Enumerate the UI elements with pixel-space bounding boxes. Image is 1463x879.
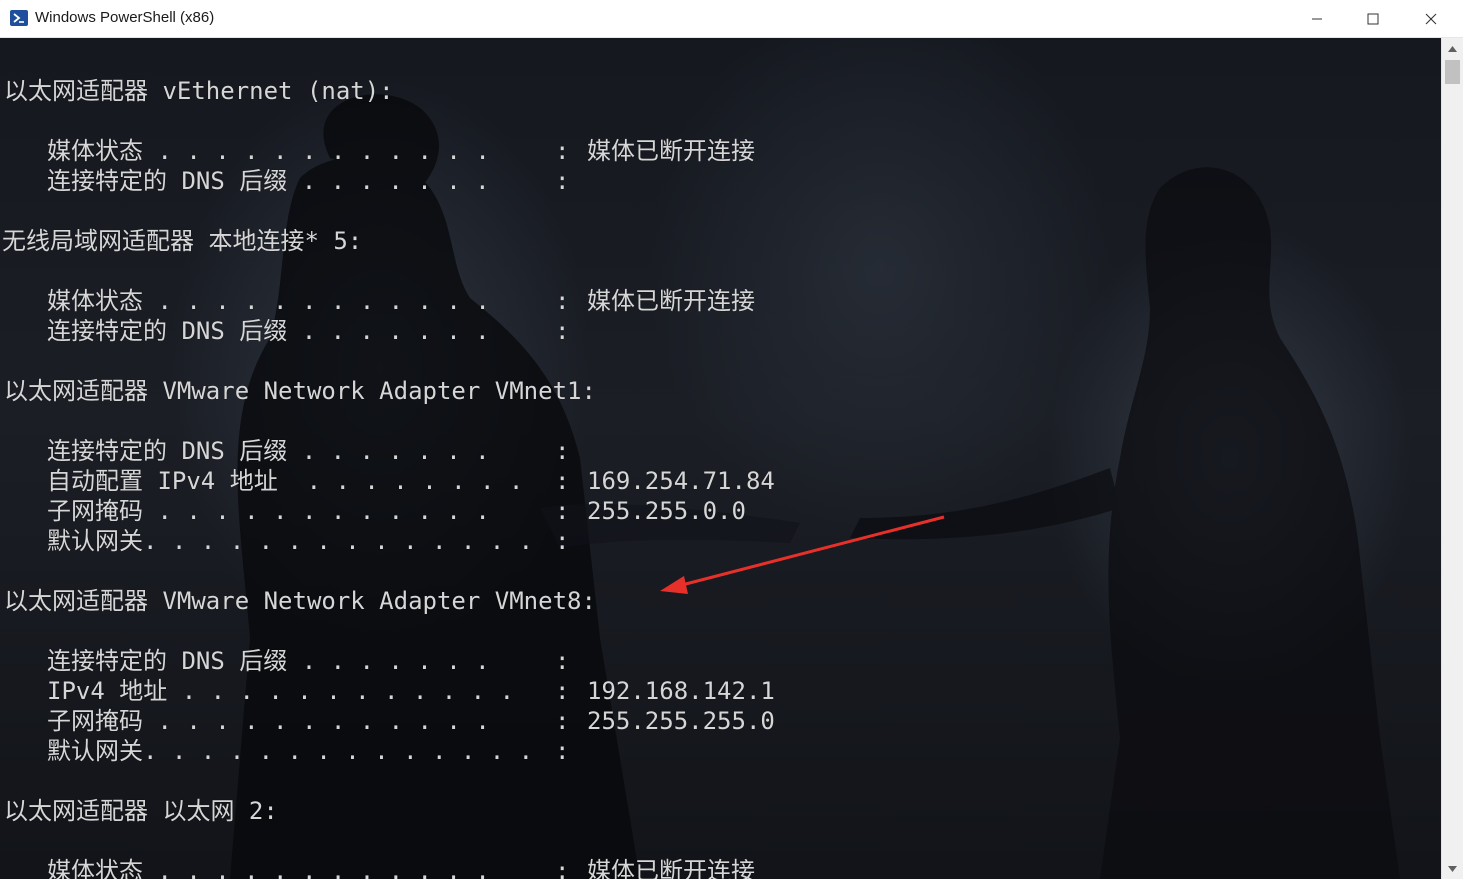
minimize-button[interactable] [1288,0,1346,38]
entry-dots: . . . . . . . . . . . . [143,707,490,735]
entry-dots: . . . . . . . [287,437,490,465]
scroll-up-button[interactable] [1442,38,1463,59]
config-entry: 连接特定的 DNS 后缀 . . . . . . .: [47,646,1441,676]
config-entry: 子网掩码 . . . . . . . . . . . .:255.255.0.0 [47,496,1441,526]
entry-label: 子网掩码 [47,707,143,735]
entry-label: 默认网关. [47,527,158,555]
entry-colon: : [555,167,570,195]
entry-label: 默认网关. [47,737,158,765]
adapter-header: 以太网适配器 vEthernet (nat): [4,77,394,105]
entry-label: 连接特定的 DNS 后缀 [47,167,288,195]
console-output[interactable]: 以太网适配器 vEthernet (nat): 媒体状态 . . . . . . … [0,38,1441,879]
entry-colon: : [555,857,570,879]
entry-label: IPv4 地址 [47,677,168,705]
config-entry: 子网掩码 . . . . . . . . . . . .:255.255.255… [47,706,1441,736]
config-entry: 自动配置 IPv4 地址 . . . . . . . .:169.254.71.… [47,466,1441,496]
entry-colon: : [555,527,570,555]
entry-dots: . . . . . . . . [277,467,524,495]
entry-colon: : [555,287,570,315]
chevron-up-icon [1448,45,1457,52]
entry-value: 255.255.255.0 [587,707,775,735]
entry-dots: . . . . . . . . . . . . [143,137,490,165]
close-icon [1425,13,1437,25]
entry-colon: : [555,737,570,765]
vertical-scrollbar[interactable] [1441,38,1463,879]
entry-label: 自动配置 IPv4 地址 [47,467,278,495]
entry-label: 连接特定的 DNS 后缀 [47,317,288,345]
config-entry: 媒体状态 . . . . . . . . . . . .: 媒体已断开连接 [47,856,1441,879]
entry-value: 媒体已断开连接 [587,857,755,879]
entry-dots: . . . . . . . [287,647,490,675]
entry-label: 连接特定的 DNS 后缀 [47,437,288,465]
window-title: Windows PowerShell (x86) [35,9,215,26]
powershell-icon[interactable] [10,10,28,26]
entry-dots: . . . . . . . . . . . . [167,677,515,705]
config-entry: 连接特定的 DNS 后缀 . . . . . . .: [47,166,1441,196]
adapter-header: 以太网适配器 以太网 2: [4,797,278,825]
entry-colon: : [555,467,570,495]
config-entry: IPv4 地址 . . . . . . . . . . . .:192.168.… [47,676,1441,706]
config-entry: 媒体状态 . . . . . . . . . . . .: 媒体已断开连接 [47,286,1441,316]
chevron-down-icon [1448,865,1457,872]
entry-dots: . . . . . . . . . . . . . [157,737,534,765]
maximize-icon [1367,13,1379,25]
entry-dots: . . . . . . . . . . . . [143,497,490,525]
entry-dots: . . . . . . . . . . . . [143,287,490,315]
scrollbar-thumb[interactable] [1445,60,1460,84]
maximize-button[interactable] [1344,0,1402,38]
entry-value: 媒体已断开连接 [587,137,755,165]
entry-dots: . . . . . . . . . . . . . [157,527,534,555]
entry-colon: : [555,497,570,525]
config-entry: 默认网关. . . . . . . . . . . . . .: [47,736,1441,766]
entry-dots: . . . . . . . . . . . . [143,857,490,879]
adapter-header: 以太网适配器 VMware Network Adapter VMnet8: [4,587,596,615]
config-entry: 连接特定的 DNS 后缀 . . . . . . .: [47,436,1441,466]
entry-dots: . . . . . . . [287,167,490,195]
title-bar: Windows PowerShell (x86) [0,0,1463,38]
config-entry: 媒体状态 . . . . . . . . . . . .: 媒体已断开连接 [47,136,1441,166]
entry-colon: : [555,437,570,465]
scroll-down-button[interactable] [1442,858,1463,879]
close-button[interactable] [1402,0,1460,38]
adapter-header: 以太网适配器 VMware Network Adapter VMnet1: [4,377,596,405]
config-entry: 连接特定的 DNS 后缀 . . . . . . .: [47,316,1441,346]
entry-colon: : [555,137,570,165]
entry-colon: : [555,647,570,675]
config-entry: 默认网关. . . . . . . . . . . . . .: [47,526,1441,556]
entry-label: 媒体状态 [47,137,143,165]
entry-value: 192.168.142.1 [587,677,775,705]
entry-label: 媒体状态 [47,287,143,315]
entry-label: 子网掩码 [47,497,143,525]
entry-dots: . . . . . . . [287,317,490,345]
entry-label: 连接特定的 DNS 后缀 [47,647,288,675]
adapter-header: 无线局域网适配器 本地连接* 5: [2,227,363,255]
entry-colon: : [555,677,570,705]
entry-value: 169.254.71.84 [587,467,775,495]
entry-colon: : [555,707,570,735]
entry-value: 255.255.0.0 [587,497,746,525]
minimize-icon [1312,18,1322,20]
entry-colon: : [555,317,570,345]
entry-label: 媒体状态 [47,857,143,879]
entry-value: 媒体已断开连接 [587,287,755,315]
